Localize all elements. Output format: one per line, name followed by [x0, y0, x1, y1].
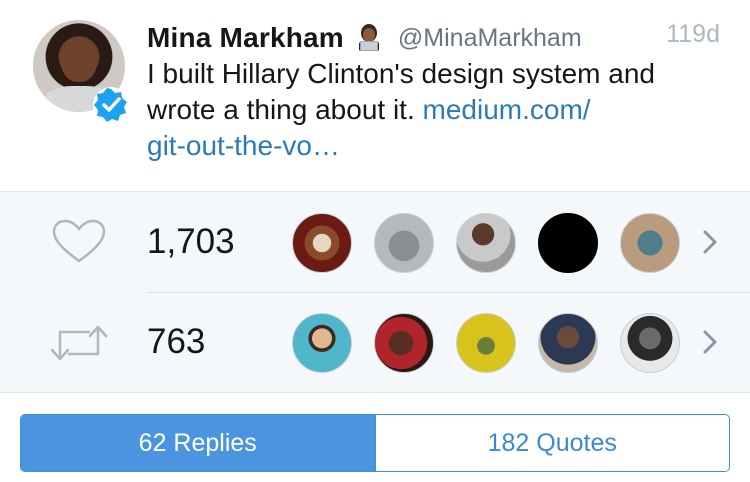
user-handle[interactable]: @MinaMarkham — [398, 24, 582, 53]
retweets-row[interactable]: 763 — [0, 292, 750, 392]
man-portrait-avatar[interactable] — [538, 313, 598, 373]
scooter-avatar[interactable] — [620, 213, 680, 273]
woman-technologist-emoji-icon — [354, 23, 384, 53]
engagement-stats: 1,703 763 — [0, 192, 750, 392]
likers-avatars — [292, 213, 680, 273]
black-avatar[interactable] — [538, 213, 598, 273]
tweet-timestamp: 119d — [666, 20, 720, 48]
divider — [0, 392, 750, 393]
retweets-count: 763 — [147, 322, 206, 361]
heart-icon — [52, 219, 106, 263]
chevron-right-icon[interactable] — [702, 329, 718, 355]
tab-quotes[interactable]: 182 Quotes — [374, 415, 729, 471]
gray-cat-avatar[interactable] — [374, 213, 434, 273]
tab-replies[interactable]: 62 Replies — [21, 415, 375, 471]
likes-count: 1,703 — [147, 222, 235, 261]
illustrated-man-avatar[interactable] — [292, 313, 352, 373]
tweet-link-part1[interactable]: medium.com/ — [423, 94, 591, 125]
tweet-card: Mina Markham @MinaMarkham 119d I built H… — [0, 0, 750, 192]
yellow-photo-avatar[interactable] — [456, 313, 516, 373]
verified-badge-icon — [93, 87, 129, 123]
tweet-text: I built Hillary Clinton's design system … — [147, 56, 727, 164]
chevron-right-icon[interactable] — [702, 229, 718, 255]
latte-art-avatar[interactable] — [292, 213, 352, 273]
woman-portrait-avatar[interactable] — [456, 213, 516, 273]
two-women-avatar[interactable] — [374, 313, 434, 373]
bw-man-avatar[interactable] — [620, 313, 680, 373]
retweet-icon — [50, 325, 108, 361]
replies-quotes-segmented-control: 62 Replies 182 Quotes — [20, 414, 730, 472]
likes-row[interactable]: 1,703 — [0, 192, 750, 292]
tweet-header: Mina Markham @MinaMarkham — [147, 18, 582, 58]
display-name[interactable]: Mina Markham — [147, 22, 344, 54]
retweeters-avatars — [292, 313, 680, 373]
tweet-link-part2[interactable]: git-out-the-vo… — [147, 130, 340, 161]
